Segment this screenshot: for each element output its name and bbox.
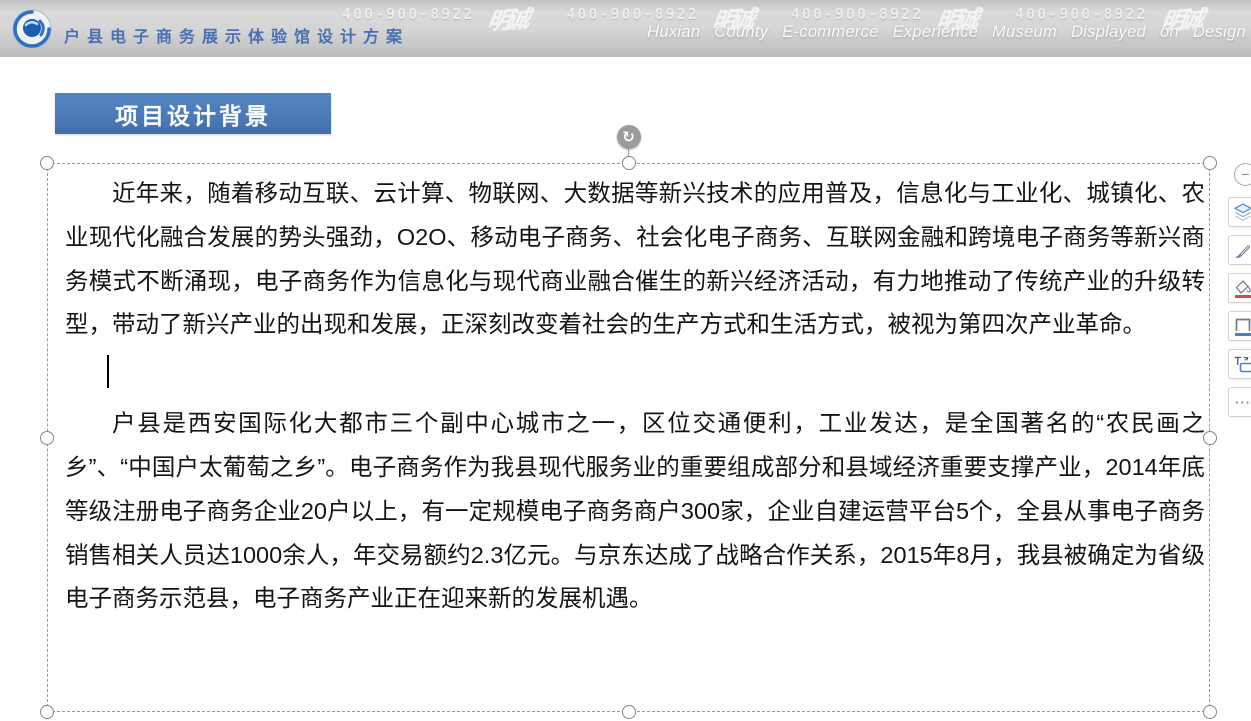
brush-button[interactable] [1228,235,1251,265]
frame-outline-icon [1232,315,1251,337]
section-title[interactable]: 项目设计背景 [55,93,331,134]
phone-number: 400-900-8922 [342,5,474,23]
resize-handle-middle-right[interactable] [1203,431,1217,445]
layers-icon [1233,202,1251,222]
layers-button[interactable] [1228,197,1251,227]
selected-text-box[interactable]: ↻ 近年来，随着移动互联、云计算、物联网、大数据等新兴技术的应用普及，信息化与工… [47,163,1210,712]
header-banner: 户县电子商务展示体验馆设计方案 400-900-8922 明诚 文化科技 400… [0,0,1251,57]
resize-handle-middle-left[interactable] [40,431,54,445]
text-box-content[interactable]: 近年来，随着移动互联、云计算、物联网、大数据等新兴技术的应用普及，信息化与工业化… [65,172,1205,621]
resize-handle-bottom-right[interactable] [1203,705,1217,719]
text-box-button[interactable] [1228,349,1251,379]
paragraph-2: 户县是西安国际化大都市三个副中心城市之一，区位交通便利，工业发达，是全国著名的“… [65,402,1205,621]
text-box-icon [1232,353,1251,375]
frame-outline-button[interactable] [1228,311,1251,341]
resize-handle-top-right[interactable] [1203,156,1217,170]
fill-color-icon [1232,277,1251,299]
resize-handle-top-middle[interactable] [622,156,636,170]
brand-logo-icon [10,7,54,51]
rotate-handle-icon[interactable]: ↻ [617,125,641,149]
brush-icon [1233,240,1251,260]
resize-handle-bottom-left[interactable] [40,705,54,719]
paragraph-1: 近年来，随着移动互联、云计算、物联网、大数据等新兴技术的应用普及，信息化与工业化… [65,172,1205,347]
resize-handle-top-left[interactable] [40,156,54,170]
phone-number: 400-900-8922 [566,5,698,23]
calligraphy-watermark: 明诚 文化科技 [488,1,552,31]
phone-number: 400-900-8922 [1015,5,1147,23]
resize-handle-bottom-middle[interactable] [622,705,636,719]
collapse-toolbar-button[interactable]: − [1234,163,1251,186]
more-options-button[interactable]: ··· [1228,387,1251,417]
phone-number: 400-900-8922 [791,5,923,23]
empty-line [65,347,1205,402]
floating-object-toolbar: − [1228,163,1251,417]
english-subtitle: Huxian County E-commerce Experience Muse… [647,23,1246,42]
fill-color-button[interactable] [1228,273,1251,303]
more-options-icon: ··· [1235,395,1251,410]
text-cursor [107,355,109,388]
